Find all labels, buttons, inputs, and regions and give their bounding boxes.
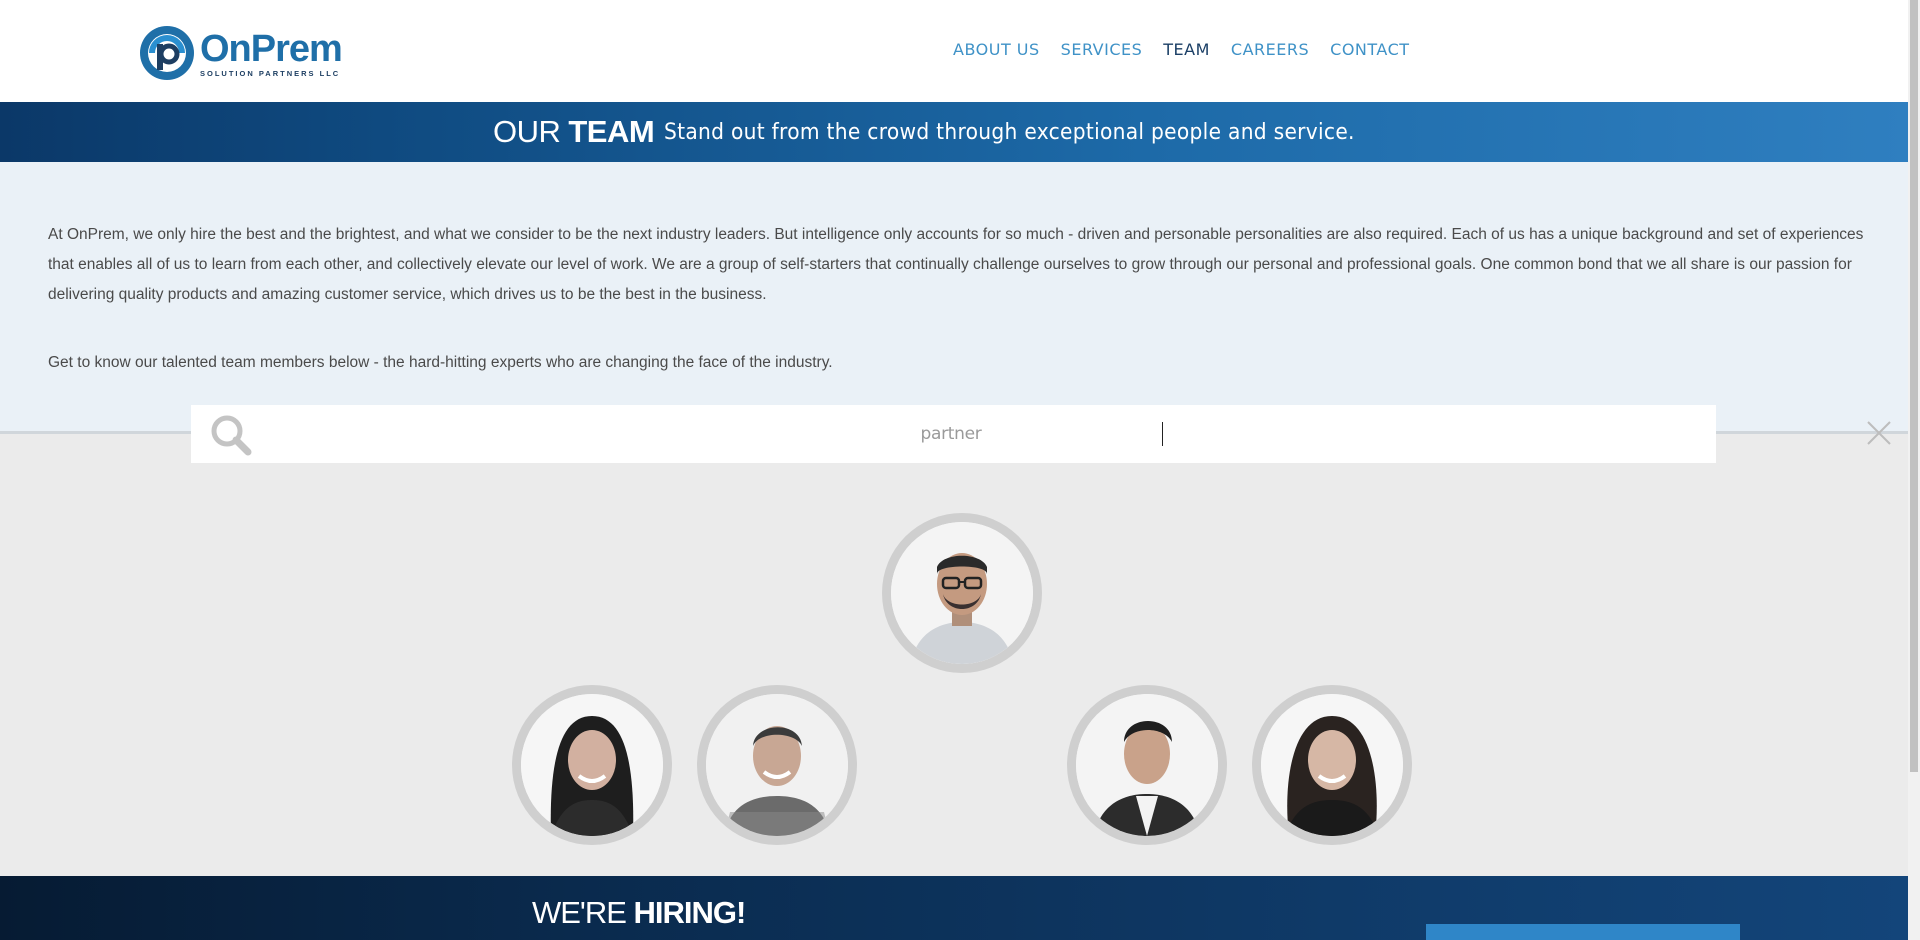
nav-item-services[interactable]: SERVICES [1061, 40, 1143, 59]
avatar [521, 694, 663, 836]
team-member-avatar[interactable] [697, 685, 857, 845]
logo-mark-icon [140, 26, 194, 80]
logo-name: OnPrem [200, 27, 343, 70]
logo[interactable]: OnPrem SOLUTION PARTNERS LLC [138, 24, 344, 82]
page-title-team: TEAM [568, 114, 655, 149]
main-nav: ABOUT US SERVICES TEAM CAREERS CONTACT [953, 40, 1431, 59]
nav-item-contact[interactable]: CONTACT [1330, 40, 1409, 59]
text-caret [1162, 422, 1163, 446]
avatar [1076, 694, 1218, 836]
team-search-bar [191, 405, 1891, 463]
avatar [706, 694, 848, 836]
team-grid [0, 463, 1908, 876]
avatar [891, 522, 1033, 664]
hiring-bold: HIRING! [633, 895, 747, 930]
page-scrollbar[interactable] [1908, 0, 1920, 940]
intro-paragraph-cta: Get to know our talented team members be… [48, 354, 833, 371]
close-icon[interactable] [1866, 420, 1892, 446]
hiring-prefix: WE'RE [532, 895, 627, 930]
nav-item-about-us[interactable]: ABOUT US [953, 40, 1040, 59]
team-member-avatar[interactable] [1252, 685, 1412, 845]
scrollbar-thumb[interactable] [1910, 0, 1918, 772]
nav-item-careers[interactable]: CAREERS [1231, 40, 1309, 59]
team-member-avatar[interactable] [882, 513, 1042, 673]
page-title-band: OUR TEAM Stand out from the crowd throug… [0, 102, 1908, 162]
team-member-avatar[interactable] [512, 685, 672, 845]
search-icon[interactable] [209, 413, 253, 457]
hiring-band: WE'RE HIRING! [0, 876, 1908, 940]
intro-section: At OnPrem, we only hire the best and the… [0, 162, 1908, 434]
site-header: OnPrem SOLUTION PARTNERS LLC ABOUT US SE… [0, 0, 1908, 102]
search-input[interactable] [271, 415, 1631, 453]
nav-item-team[interactable]: TEAM [1163, 40, 1210, 59]
logo-text: OnPrem SOLUTION PARTNERS LLC [200, 27, 343, 78]
intro-paragraph: At OnPrem, we only hire the best and the… [48, 226, 1864, 303]
page-title-our: OUR [492, 114, 561, 149]
page-tagline: Stand out from the crowd through excepti… [664, 119, 1355, 145]
logo-subtitle: SOLUTION PARTNERS LLC [200, 68, 341, 78]
hiring-heading: WE'RE HIRING! [532, 895, 747, 931]
avatar [1261, 694, 1403, 836]
team-member-avatar[interactable] [1067, 685, 1227, 845]
hiring-cta-button[interactable] [1426, 924, 1740, 940]
